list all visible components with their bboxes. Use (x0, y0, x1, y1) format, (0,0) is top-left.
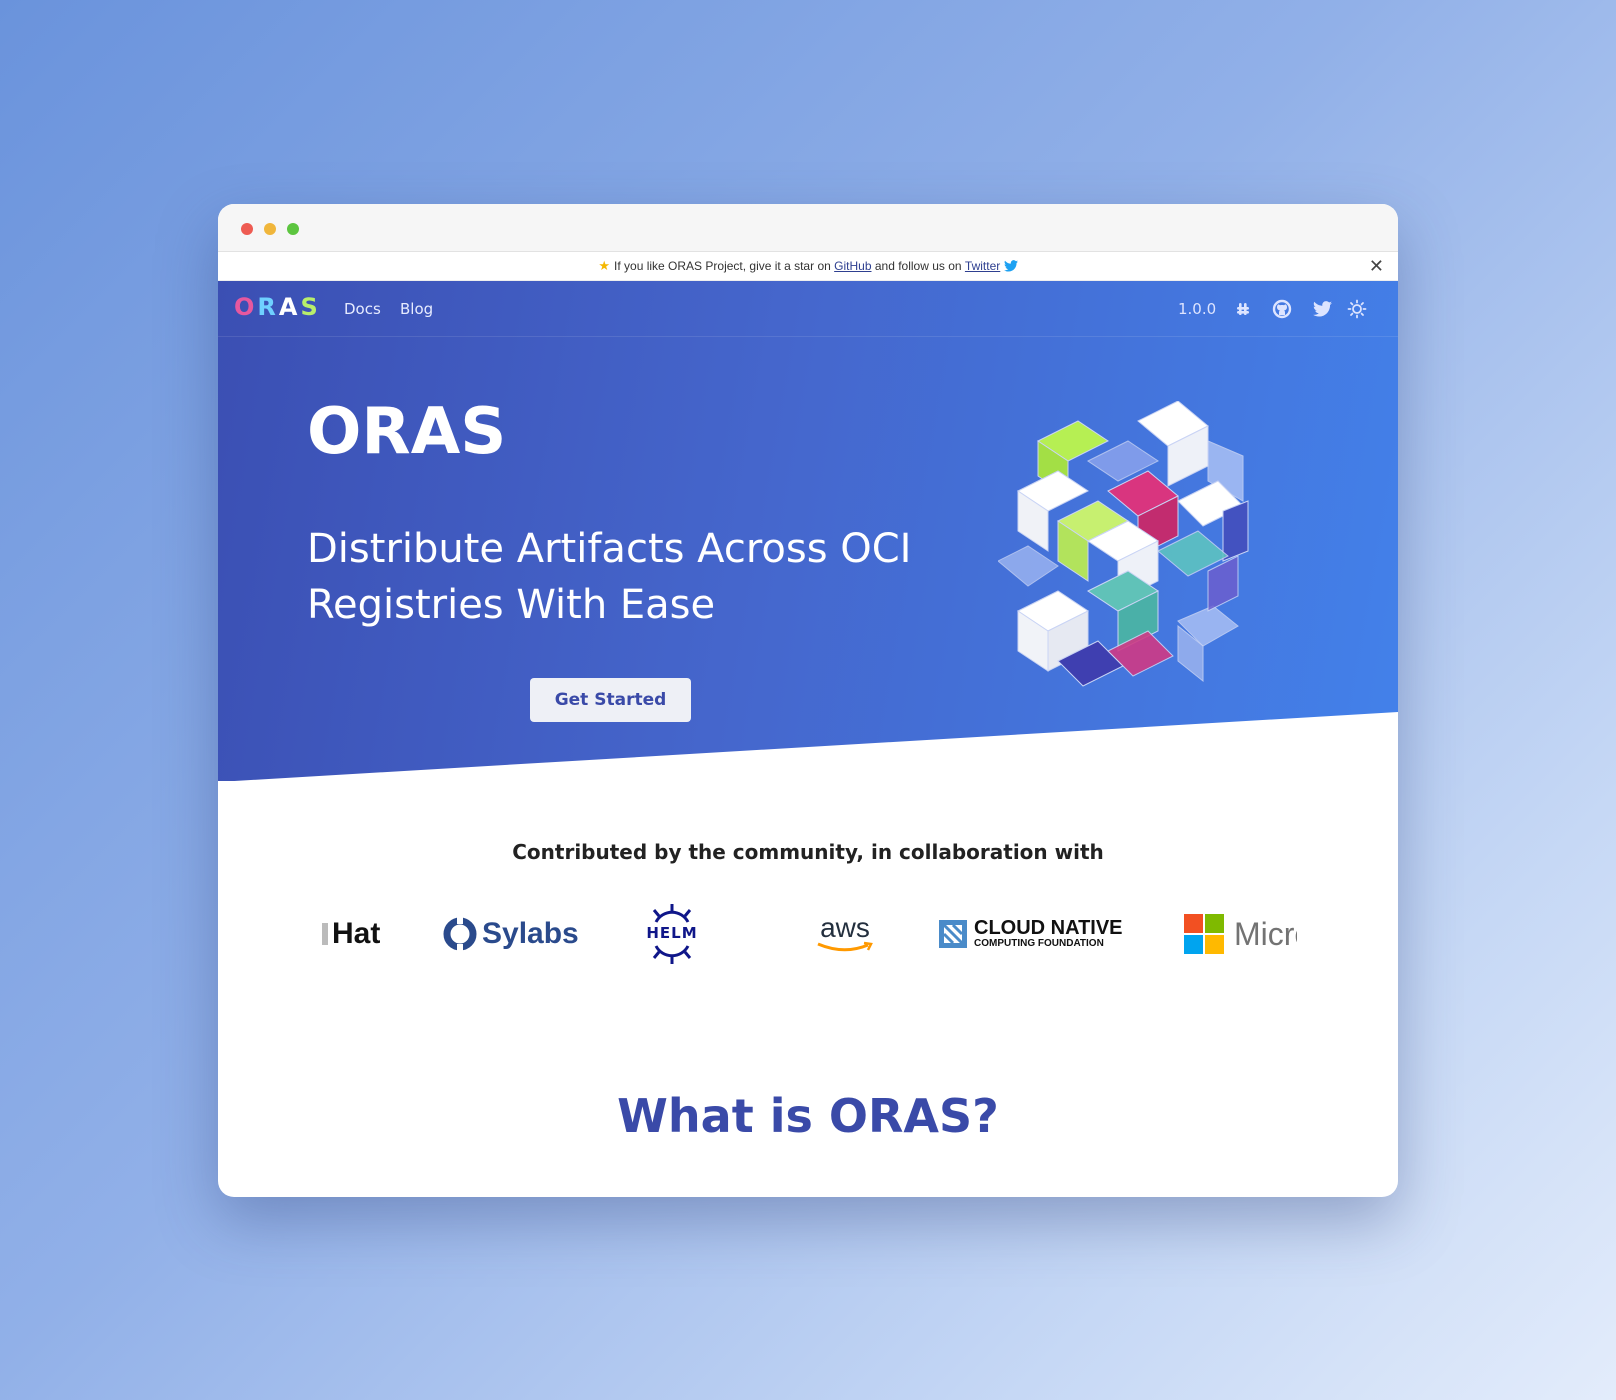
redhat-logo[interactable]: Hat (322, 894, 380, 974)
close-window-button[interactable] (241, 223, 253, 235)
sylabs-logo[interactable]: Sylabs (442, 894, 579, 974)
browser-window: ★ If you like ORAS Project, give it a st… (218, 204, 1398, 1197)
get-started-button[interactable]: Get Started (530, 678, 691, 722)
window-titlebar (218, 204, 1398, 252)
microsoft-mark-icon (1184, 914, 1224, 954)
github-link[interactable]: GitHub (834, 259, 871, 273)
cncf-logo[interactable]: CLOUD NATIVE COMPUTING FOUNDATION (938, 894, 1123, 974)
announcement-middle: and follow us on (874, 259, 962, 273)
microsoft-logo[interactable]: Micro (1184, 894, 1297, 974)
announcement-bar: ★ If you like ORAS Project, give it a st… (218, 252, 1398, 281)
aws-smile-icon (817, 941, 873, 952)
artifact-cube-illustration (998, 401, 1249, 687)
twitter-icon[interactable] (1311, 298, 1333, 320)
twitter-bird-icon (1003, 260, 1018, 272)
sylabs-mark-icon (443, 916, 477, 952)
cncf-logo-line2: COMPUTING FOUNDATION (974, 938, 1104, 949)
helm-logo[interactable]: HELM (642, 894, 702, 974)
version-label[interactable]: 1.0.0 (1178, 300, 1216, 318)
cncf-logo-line1: CLOUD NATIVE (974, 917, 1123, 939)
nav-docs-link[interactable]: Docs (344, 300, 381, 318)
partner-logos-carousel: Hat Sylabs HELM aws CLOUD NATIVE COMPUTI… (322, 894, 1297, 974)
collaboration-heading: Contributed by the community, in collabo… (512, 840, 1104, 864)
redhat-logo-text: Hat (332, 917, 381, 950)
hero-subtitle: Distribute Artifacts Across OCI Registri… (307, 526, 912, 628)
minimize-window-button[interactable] (264, 223, 276, 235)
hero-section: ORAS Docs Blog 1.0.0 ORAS Distribute Art… (218, 281, 1398, 781)
sylabs-logo-text: Sylabs (482, 917, 579, 950)
github-icon[interactable] (1271, 298, 1293, 320)
maximize-window-button[interactable] (287, 223, 299, 235)
slack-icon[interactable] (1232, 298, 1254, 320)
oras-logo[interactable]: ORAS (234, 293, 321, 321)
close-announcement-button[interactable]: ✕ (1369, 256, 1384, 277)
microsoft-logo-text: Micro (1234, 915, 1297, 952)
theme-toggle-icon[interactable] (1346, 298, 1368, 320)
nav-blog-link[interactable]: Blog (400, 300, 433, 318)
what-is-oras-heading: What is ORAS? (617, 1089, 999, 1143)
hero-title: ORAS (307, 395, 507, 469)
helm-logo-text: HELM (646, 924, 698, 942)
announcement-prefix: If you like ORAS Project, give it a star… (614, 259, 831, 273)
aws-logo-text: aws (820, 912, 870, 943)
aws-logo[interactable]: aws (816, 894, 874, 974)
twitter-link[interactable]: Twitter (965, 259, 1000, 273)
top-navbar: ORAS Docs Blog 1.0.0 (218, 281, 1398, 337)
cncf-mark-icon (939, 920, 967, 948)
star-icon: ★ (598, 258, 611, 273)
